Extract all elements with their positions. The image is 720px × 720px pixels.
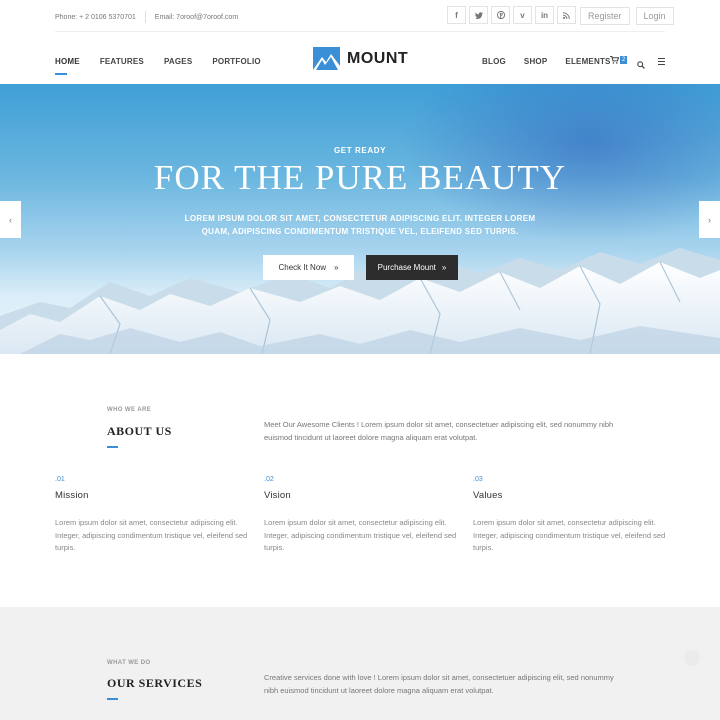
column-text: Lorem ipsum dolor sit amet, consectetur …: [264, 518, 457, 552]
column-title: Values: [473, 490, 503, 501]
about-intro: Meet Our Awesome Clients ! Lorem ipsum d…: [264, 420, 614, 442]
brand-name: MOUNT: [347, 49, 409, 67]
nav-menu-left: HOME FEATURES PAGES PORTFOLIO: [55, 57, 261, 75]
double-chevron-right-icon: »: [334, 263, 339, 272]
column-number: .03: [473, 476, 483, 483]
twitter-icon[interactable]: [469, 6, 488, 24]
services-kicker: WHAT WE DO: [107, 660, 151, 666]
values-column: .03 Values Lorem ipsum dolor sit amet, c…: [473, 476, 673, 555]
hero-kicker: GET READY: [333, 146, 387, 155]
divider: [144, 11, 146, 23]
scroll-to-top-button[interactable]: [684, 650, 700, 666]
email-text: Email: 7oroof@7oroof.com: [154, 13, 239, 21]
hero-subtitle: LOREM IPSUM DOLOR SIT AMET, CONSECTETUR …: [184, 214, 536, 236]
vision-column: .02 Vision Lorem ipsum dolor sit amet, c…: [264, 476, 464, 555]
column-title: Mission: [55, 490, 89, 501]
double-chevron-right-icon: »: [441, 263, 447, 272]
about-title: ABOUT US: [107, 424, 172, 438]
nav-item-elements[interactable]: ELEMENTS: [565, 57, 610, 66]
main-navigation: HOME FEATURES PAGES PORTFOLIO MOUNT BLOG…: [0, 32, 720, 84]
facebook-icon[interactable]: f: [447, 6, 466, 24]
services-section: WHAT WE DO OUR SERVICES Creative service…: [0, 607, 720, 720]
hero-slider: GET READY FOR THE PURE BEAUTY LOREM IPSU…: [0, 84, 720, 354]
menu-icon[interactable]: [658, 58, 665, 67]
contact-info: Phone: + 2 0106 5370701 Email: 7oroof@7o…: [55, 11, 238, 23]
social-links: f v in: [447, 6, 576, 24]
nav-item-home[interactable]: HOME: [55, 57, 80, 75]
nav-item-features[interactable]: FEATURES: [100, 57, 144, 66]
nav-item-portfolio[interactable]: PORTFOLIO: [212, 57, 260, 66]
button-label: Purchase Mount: [377, 263, 436, 272]
pinterest-icon[interactable]: [491, 6, 510, 24]
about-kicker: WHO WE ARE: [107, 407, 152, 413]
cart-icon: [610, 56, 619, 64]
services-title: OUR SERVICES: [107, 676, 203, 690]
chevron-left-icon: ‹: [9, 214, 12, 225]
section-accent-bar: [107, 446, 118, 448]
column-text: Lorem ipsum dolor sit amet, consectetur …: [55, 518, 248, 552]
column-number: .01: [55, 476, 65, 483]
phone-text: Phone: + 2 0106 5370701: [55, 13, 136, 21]
column-title: Vision: [264, 490, 291, 501]
cart-count-badge: 2: [620, 56, 628, 64]
mission-column: .01 Mission Lorem ipsum dolor sit amet, …: [55, 476, 255, 555]
column-number: .02: [264, 476, 274, 483]
vimeo-icon[interactable]: v: [513, 6, 532, 24]
nav-item-shop[interactable]: SHOP: [524, 57, 547, 66]
nav-item-blog[interactable]: BLOG: [482, 57, 506, 66]
nav-item-pages[interactable]: PAGES: [164, 57, 192, 66]
chevron-right-icon: ›: [708, 214, 711, 225]
check-it-now-button[interactable]: Check It Now »: [263, 255, 354, 280]
site-logo[interactable]: MOUNT: [313, 47, 408, 70]
logo-mountain-icon: [313, 47, 340, 70]
linkedin-icon[interactable]: in: [535, 6, 554, 24]
cart-button[interactable]: 2: [610, 56, 628, 64]
hero-title: FOR THE PURE BEAUTY: [153, 158, 567, 197]
purchase-button[interactable]: Purchase Mount »: [366, 255, 458, 280]
search-icon[interactable]: [637, 56, 645, 74]
mountain-image: [0, 248, 720, 354]
top-bar: Phone: + 2 0106 5370701 Email: 7oroof@7o…: [0, 0, 720, 32]
auth-links: Register Login: [580, 7, 674, 25]
services-intro: Creative services done with love ! Lorem…: [264, 673, 614, 695]
register-button[interactable]: Register: [580, 7, 630, 25]
rss-icon[interactable]: [557, 6, 576, 24]
slider-next-button[interactable]: ›: [699, 201, 720, 238]
slider-prev-button[interactable]: ‹: [0, 201, 21, 238]
login-button[interactable]: Login: [635, 7, 674, 25]
section-accent-bar: [107, 698, 118, 700]
button-label: Check It Now: [278, 263, 327, 272]
nav-menu-right: BLOG SHOP ELEMENTS: [482, 57, 611, 66]
column-text: Lorem ipsum dolor sit amet, consectetur …: [473, 518, 666, 552]
